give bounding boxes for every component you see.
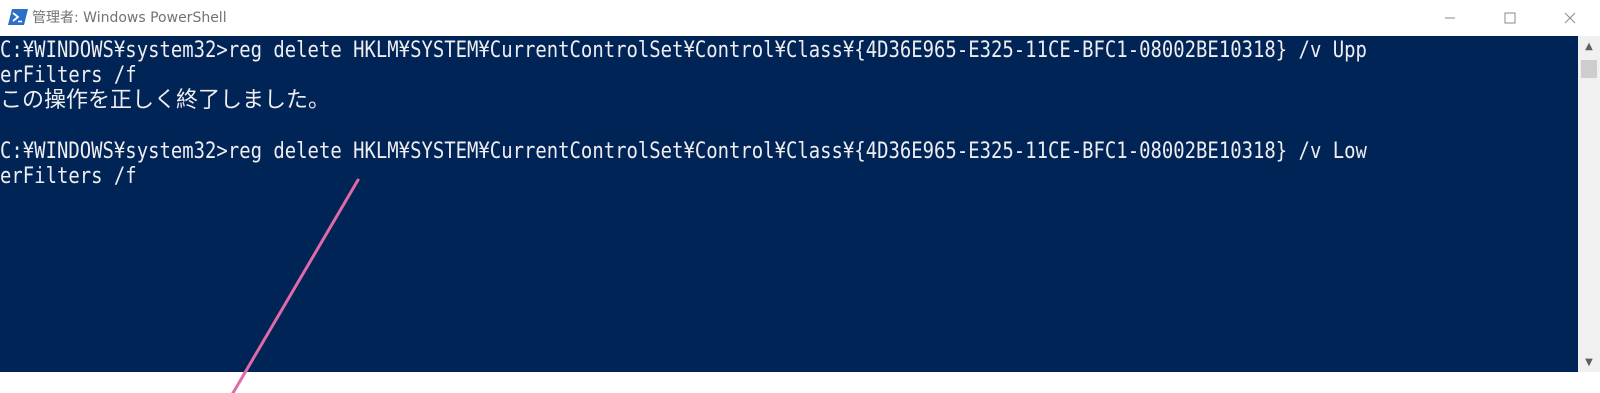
console-line: erFilters /f [0, 63, 137, 88]
console-output[interactable]: C:¥WINDOWS¥system32>reg delete HKLM¥SYST… [0, 36, 1578, 372]
console-line: erFilters /f [0, 164, 137, 189]
vertical-scrollbar[interactable]: ▲ ▼ [1578, 36, 1600, 372]
window-bottom-edge [0, 372, 1600, 393]
scrollbar-thumb[interactable] [1581, 60, 1597, 78]
powershell-icon [8, 9, 28, 25]
maximize-button[interactable] [1480, 0, 1540, 36]
console-line: C:¥WINDOWS¥system32>reg delete HKLM¥SYST… [0, 139, 1367, 164]
console-line: C:¥WINDOWS¥system32>reg delete HKLM¥SYST… [0, 38, 1367, 63]
scroll-up-button[interactable]: ▲ [1578, 36, 1600, 56]
minimize-icon [1445, 17, 1455, 19]
maximize-icon [1504, 12, 1516, 24]
close-button[interactable] [1540, 0, 1600, 36]
scroll-down-button[interactable]: ▼ [1578, 352, 1600, 372]
close-icon [1564, 12, 1576, 24]
minimize-button[interactable] [1420, 0, 1480, 36]
console-message: この操作を正しく終了しました。 [0, 88, 331, 113]
title-bar[interactable]: 管理者: Windows PowerShell [0, 0, 1600, 36]
window-title: 管理者: Windows PowerShell [32, 10, 227, 26]
